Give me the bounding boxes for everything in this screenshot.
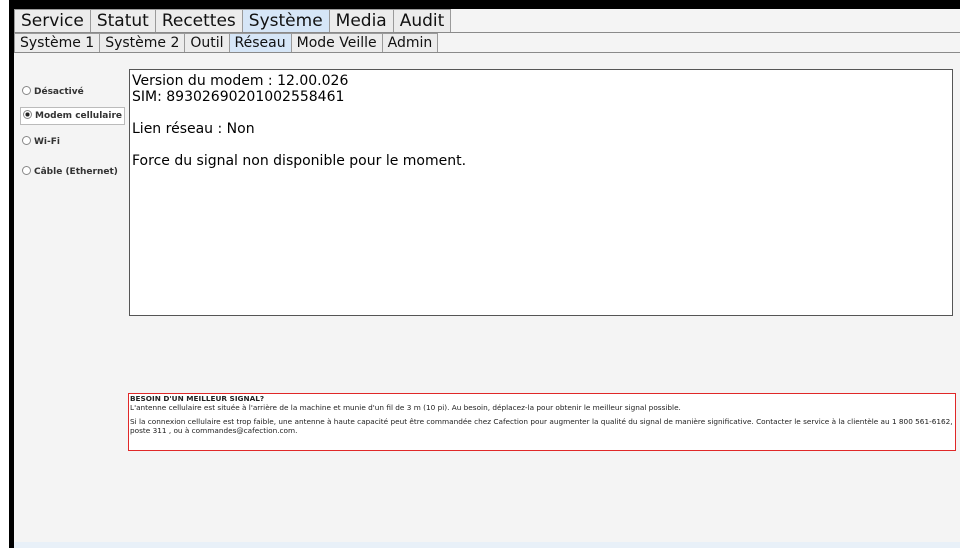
radio-unchecked-icon <box>22 166 31 175</box>
network-link-status: Lien réseau : Non <box>132 121 255 137</box>
radio-desactive[interactable]: Désactivé <box>22 84 84 100</box>
notice-antenna-info: L'antenne cellulaire est située à l'arri… <box>130 402 681 412</box>
signal-notice: BESOIN D'UN MEILLEUR SIGNAL? L'antenne c… <box>128 393 956 451</box>
subtab-outil[interactable]: Outil <box>184 33 230 52</box>
subtab-admin[interactable]: Admin <box>381 33 439 52</box>
main-tabbar: Service Statut Recettes Système Media Au… <box>14 9 452 32</box>
radio-label: Wi-Fi <box>34 137 60 147</box>
tab-media[interactable]: Media <box>328 9 394 32</box>
radio-cable-ethernet[interactable]: Câble (Ethernet) <box>22 164 118 180</box>
subtabbar-divider <box>14 52 960 53</box>
subtab-systeme-2[interactable]: Système 2 <box>99 33 186 52</box>
radio-label: Modem cellulaire <box>35 111 122 121</box>
modem-status-box: Version du modem : 12.00.026 SIM: 893026… <box>129 69 953 316</box>
subtab-reseau[interactable]: Réseau <box>228 33 292 52</box>
radio-unchecked-icon <box>22 86 31 95</box>
tab-systeme[interactable]: Système <box>241 9 330 32</box>
radio-checked-icon <box>23 110 32 119</box>
sub-tabbar: Système 1 Système 2 Outil Réseau Mode Ve… <box>14 33 439 52</box>
radio-label: Câble (Ethernet) <box>34 167 118 177</box>
notice-contact-info: Si la connexion cellulaire est trop faib… <box>130 417 953 435</box>
tab-recettes[interactable]: Recettes <box>154 9 243 32</box>
modem-version: Version du modem : 12.00.026 <box>132 73 349 89</box>
subtab-systeme-1[interactable]: Système 1 <box>14 33 101 52</box>
tab-service[interactable]: Service <box>14 9 91 32</box>
radio-label: Désactivé <box>34 87 84 97</box>
radio-unchecked-icon <box>22 136 31 145</box>
subtab-mode-veille[interactable]: Mode Veille <box>290 33 383 52</box>
app-panel: Service Statut Recettes Système Media Au… <box>14 9 960 542</box>
bottom-edge <box>14 542 960 548</box>
signal-strength: Force du signal non disponible pour le m… <box>132 153 467 169</box>
window-frame: Service Statut Recettes Système Media Au… <box>9 0 960 548</box>
tab-statut[interactable]: Statut <box>89 9 156 32</box>
sim-number: SIM: 89302690201002558461 <box>132 89 345 105</box>
tab-audit[interactable]: Audit <box>392 9 452 32</box>
radio-modem-cellulaire[interactable]: Modem cellulaire <box>20 107 125 125</box>
radio-wifi[interactable]: Wi-Fi <box>22 134 60 150</box>
